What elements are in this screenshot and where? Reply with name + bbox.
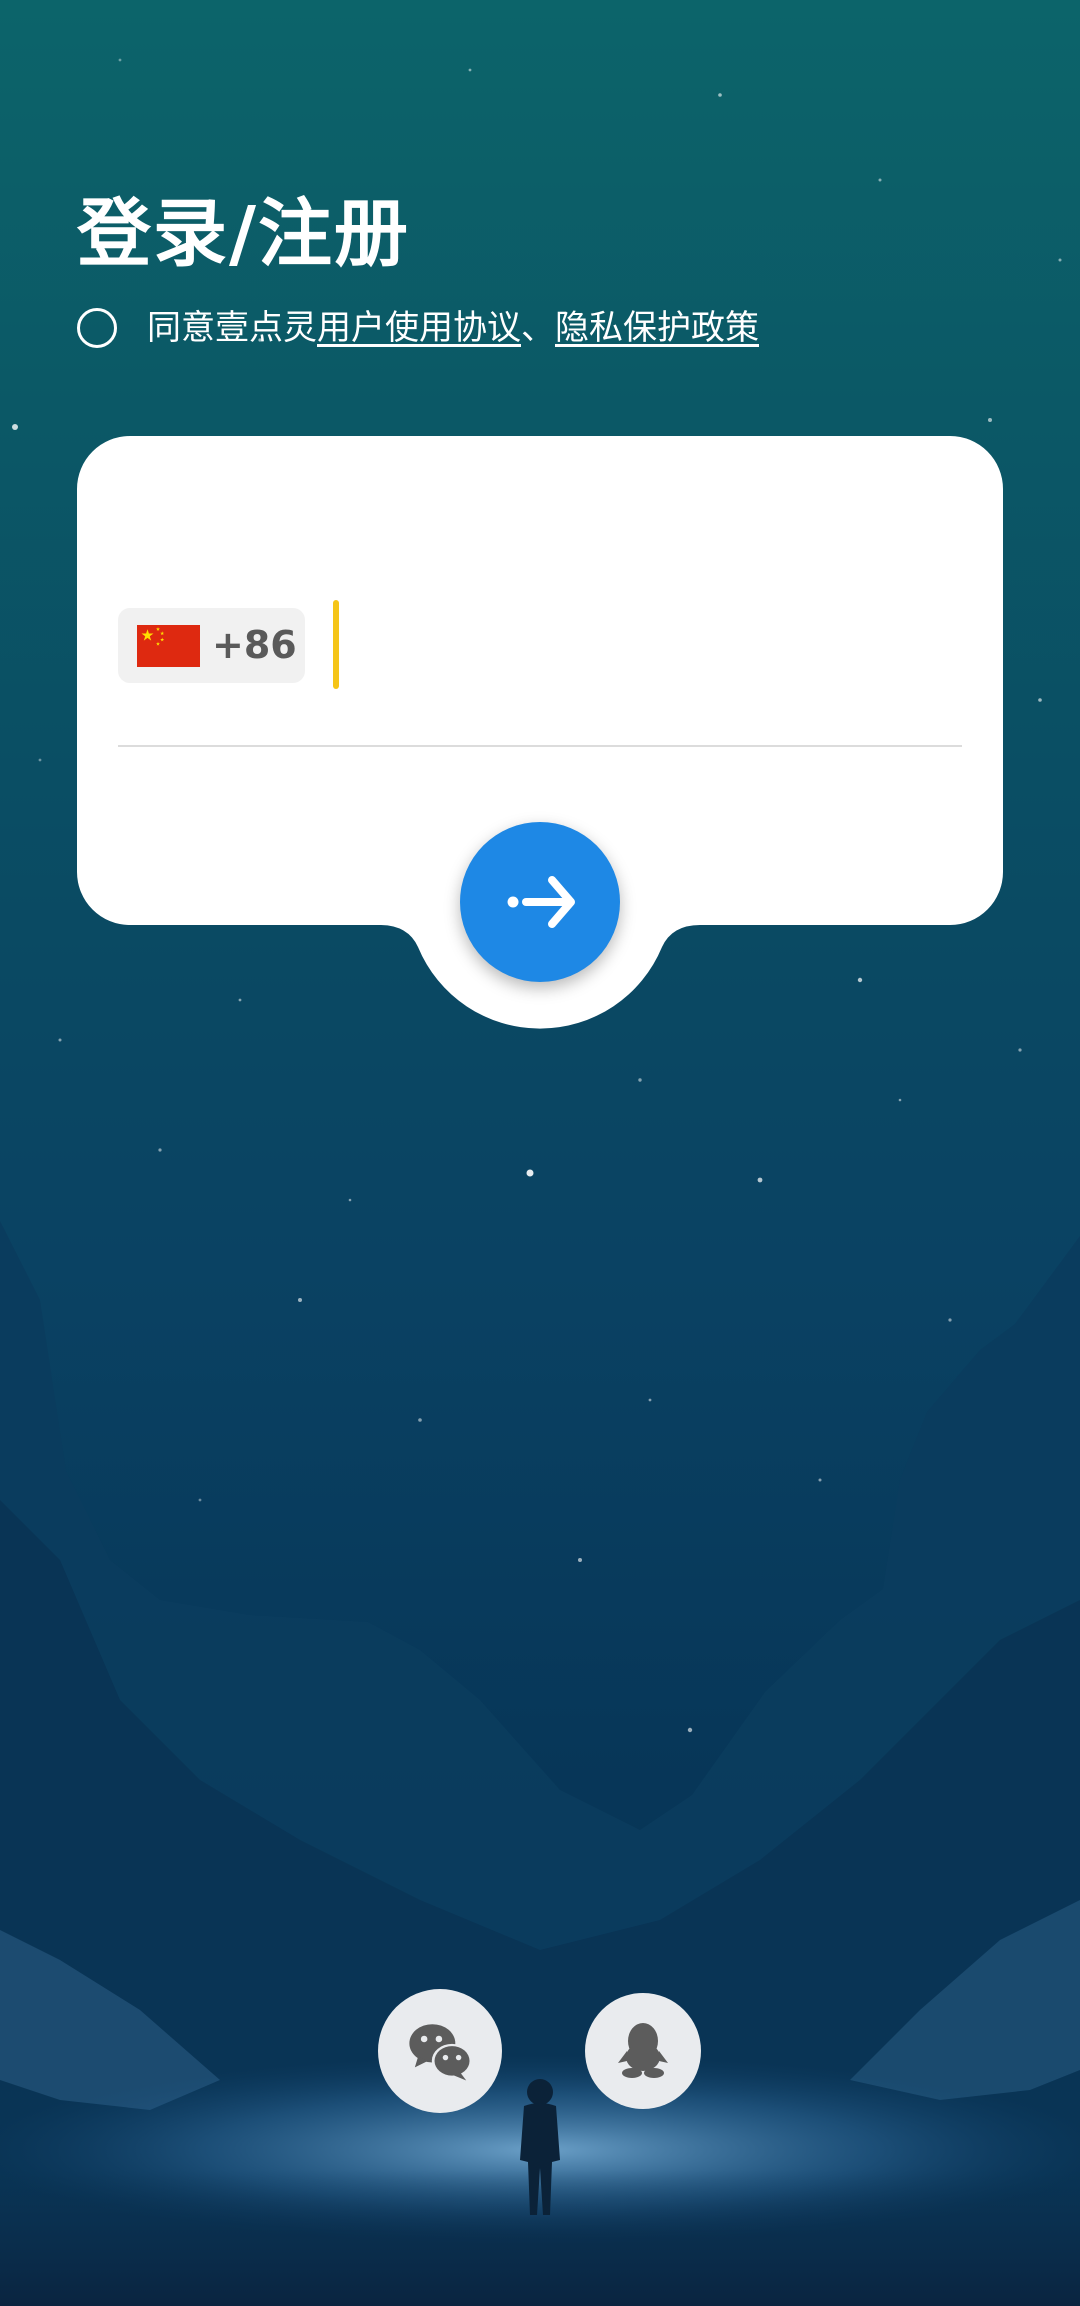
agreement-prefix: 同意壹点灵 [147,308,317,348]
next-button[interactable] [460,822,620,982]
country-code: +86 [212,623,297,667]
text-cursor [333,600,339,689]
china-flag-icon [137,625,200,667]
agreement-checkbox[interactable] [77,308,117,348]
ground-shade [0,2170,1080,2306]
page-title: 登录/注册 [77,191,411,277]
qq-login-button[interactable] [585,1993,701,2109]
agreement-separator: 、 [521,308,555,348]
qq-icon [618,2023,668,2078]
user-agreement-link[interactable]: 用户使用协议 [317,308,521,348]
country-code-selector[interactable]: +86 [118,608,305,683]
wechat-login-button[interactable] [378,1989,502,2113]
privacy-policy-link[interactable]: 隐私保护政策 [555,308,759,348]
wechat-icon [409,2024,473,2081]
input-divider [118,745,962,747]
phone-input[interactable] [345,600,966,692]
arrow-right-icon [507,876,575,928]
agreement-text: 同意壹点灵用户使用协议、隐私保护政策 [147,307,759,349]
